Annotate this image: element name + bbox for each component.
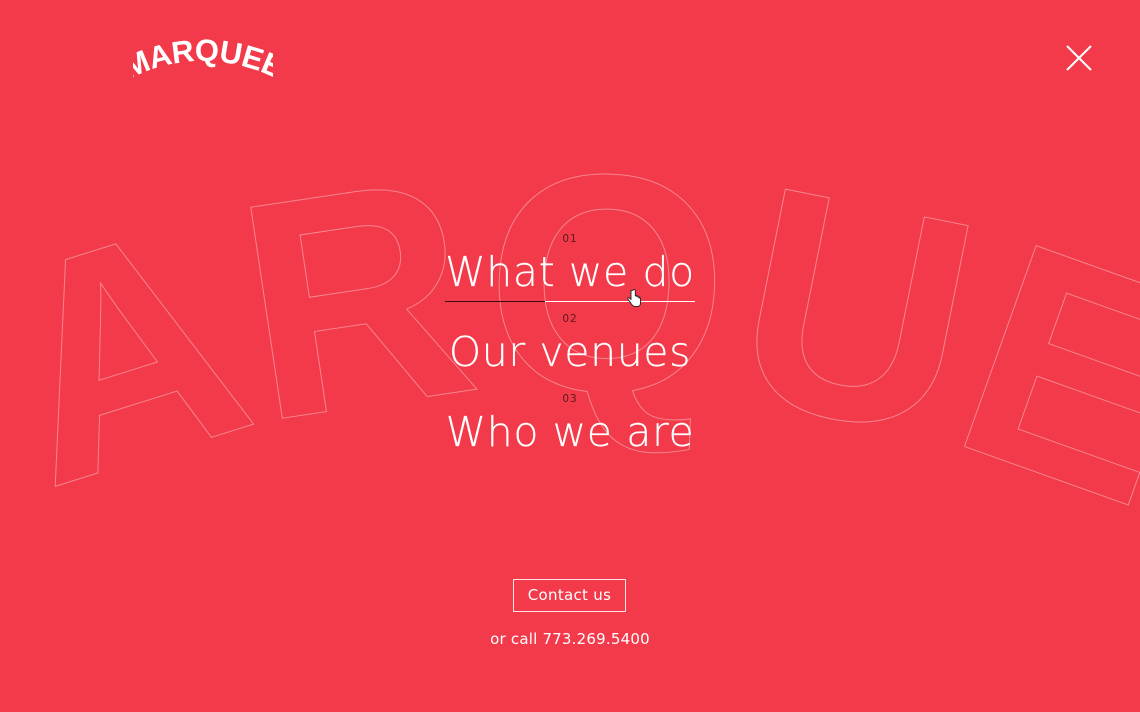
hand-cursor-icon [627,289,641,307]
menu-overlay: MARQUEE MARQUEE 01 What we do [0,0,1140,712]
call-prefix: or call [490,630,538,648]
menu-item-label: Our venues [448,328,692,376]
marquee-logo[interactable]: MARQUEE [133,36,273,82]
menu-item-our-venues[interactable]: 02 Our venues [420,312,720,378]
menu-item-underline-progress [445,301,546,302]
phone-link[interactable]: 773.269.5400 [542,630,649,648]
menu-item-number: 03 [562,393,578,405]
menu-item-what-we-do[interactable]: 01 What we do [420,232,720,302]
menu-item-number: 02 [562,313,578,325]
main-menu: 01 What we do 02 Our venues 03 Who we ar… [0,232,1140,458]
menu-item-who-we-are[interactable]: 03 Who we are [420,392,720,458]
close-icon [1066,45,1092,71]
call-line: or call 773.269.5400 [0,630,1140,648]
menu-item-label: Who we are [445,408,695,456]
menu-item-number: 01 [562,233,578,245]
contact-us-button[interactable]: Contact us [513,579,626,612]
menu-item-label: What we do [445,246,695,302]
logo-text: MARQUEE [133,36,273,82]
svg-text:MARQUEE: MARQUEE [133,36,273,82]
close-button[interactable] [1064,43,1094,73]
